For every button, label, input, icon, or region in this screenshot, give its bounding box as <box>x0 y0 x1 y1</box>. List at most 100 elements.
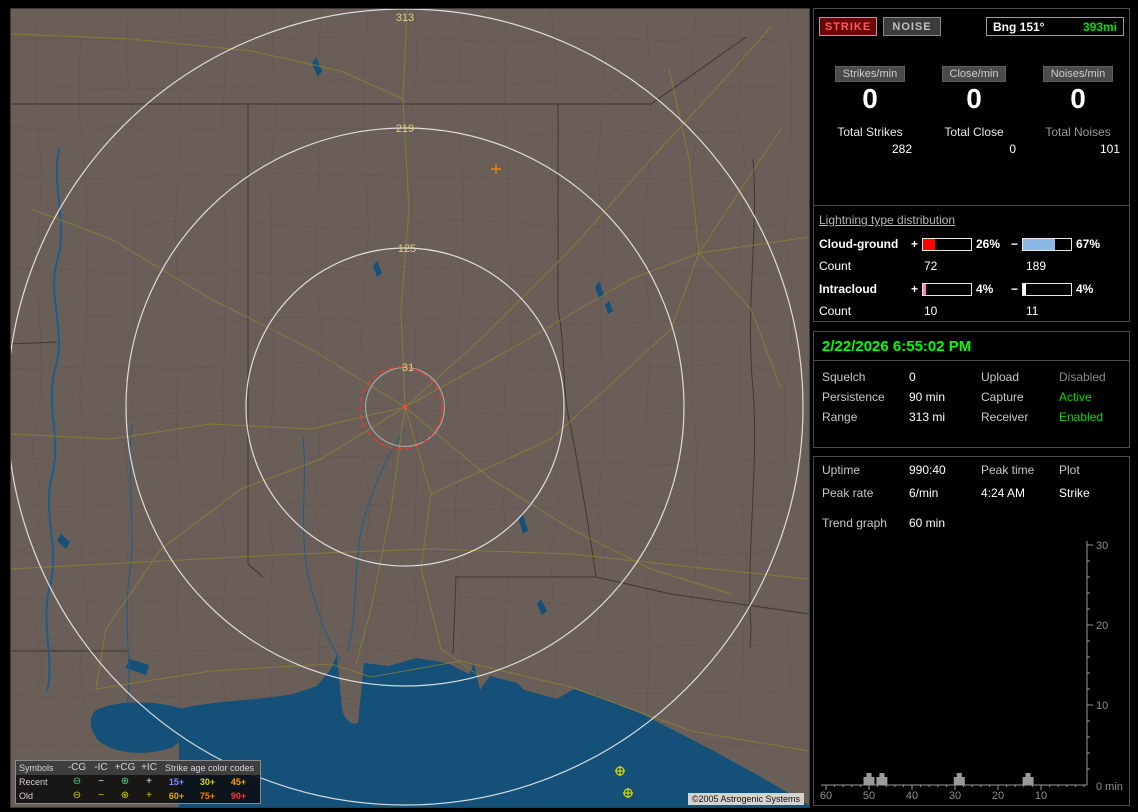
trend-origin-label: 0 min <box>1096 781 1123 793</box>
persistence-value: 90 min <box>909 390 946 404</box>
age-code: 45+ <box>230 777 247 787</box>
legend-col-neg-cg: -CG <box>67 762 87 773</box>
peak-rate-row: Peak rate 6/min 4:24 AM Strike <box>822 486 1125 509</box>
stats-panel: STRIKE NOISE Bng 151° 393mi Strikes/min … <box>813 8 1130 322</box>
neg-cg-symbol: ⊖ <box>72 776 82 787</box>
ring-label-125: 125 <box>398 243 416 255</box>
age-code: 15+ <box>168 777 185 787</box>
pos-cg-symbol: ⊕ <box>120 790 130 801</box>
legend-symbols-header: Symbols <box>19 763 54 773</box>
svg-text:20: 20 <box>992 790 1004 802</box>
lightning-map[interactable]: 313 219 125 31 <box>11 9 809 807</box>
map-area[interactable]: 313 219 125 31 Symbols -CG -IC +CG +IC S… <box>10 8 810 808</box>
ring-label-31: 31 <box>402 362 414 374</box>
svg-text:10: 10 <box>1035 790 1047 802</box>
settings-row-squelch: Squelch 0 Upload Disabled <box>822 370 1125 390</box>
minus-bar-fill <box>1023 284 1026 295</box>
plot-label: Plot <box>1059 463 1080 477</box>
age-code: 30+ <box>199 777 216 787</box>
bearing-display: Bng 151° 393mi <box>986 17 1124 36</box>
mode-button-row: STRIKE NOISE Bng 151° 393mi <box>819 17 1124 37</box>
plus-percent: 26% <box>976 237 1001 251</box>
distribution-row-cloud-ground: Cloud-ground + 26% − 67% <box>814 237 1129 253</box>
upload-label: Upload <box>981 370 1020 384</box>
trend-chart: 30 20 10 60 50 40 30 20 10 0 min <box>820 540 1123 802</box>
intracloud-counts: Count 10 11 <box>814 304 1129 318</box>
total-noises-value: 101 <box>1099 141 1120 156</box>
total-strikes-label: Total Strikes <box>837 124 903 139</box>
count-label: Count <box>819 304 852 318</box>
row-label: Cloud-ground <box>819 237 899 251</box>
ring-label-313: 313 <box>396 12 414 24</box>
minus-percent: 4% <box>1076 282 1094 296</box>
total-noises-label: Total Noises <box>1045 124 1111 139</box>
pos-ic-symbol: + <box>146 776 152 787</box>
settings-row-persistence: Persistence 90 min Capture Active <box>822 390 1125 410</box>
uptime-value: 990:40 <box>909 463 946 477</box>
plus-percent: 4% <box>976 282 994 296</box>
strikes-per-min-label: Strikes/min <box>834 66 906 82</box>
pos-cg-symbol: ⊕ <box>120 776 130 787</box>
capture-label: Capture <box>981 390 1024 404</box>
plus-count: 72 <box>924 259 938 273</box>
minus-sign: − <box>1011 282 1019 296</box>
plus-bar <box>922 238 972 251</box>
close-per-min-column: Close/min 0 Total Close 0 <box>922 64 1026 156</box>
trend-graph-window: 60 min <box>909 516 946 530</box>
close-per-min-label: Close/min <box>941 66 1007 82</box>
minus-count: 11 <box>1026 304 1039 318</box>
minus-sign: − <box>1011 237 1019 251</box>
range-value: 313 mi <box>909 410 946 424</box>
neg-ic-symbol: − <box>98 776 104 787</box>
minus-bar <box>1022 238 1072 251</box>
total-close-value: 0 <box>1009 141 1016 156</box>
plus-sign: + <box>911 237 919 251</box>
plus-bar <box>922 283 972 296</box>
minus-bar <box>1022 283 1072 296</box>
svg-text:30: 30 <box>1096 540 1108 552</box>
uptime-row: Uptime 990:40 Peak time Plot <box>822 463 1125 486</box>
cloud-ground-counts: Count 72 189 <box>814 259 1129 273</box>
trend-panel: Uptime 990:40 Peak time Plot Peak rate 6… <box>813 456 1130 806</box>
range-label: Range <box>822 410 858 424</box>
upload-status: Disabled <box>1059 370 1106 384</box>
status-grid: Uptime 990:40 Peak time Plot Peak rate 6… <box>822 463 1125 539</box>
receiver-status: Enabled <box>1059 410 1104 424</box>
bearing-distance: 393mi <box>1082 19 1117 34</box>
peak-rate-value: 6/min <box>909 486 939 500</box>
plot-value: Strike <box>1059 486 1090 500</box>
legend-row-old: Old ⊖ − ⊕ + 60+ 75+ 90+ <box>16 789 260 803</box>
row-label: Intracloud <box>819 282 878 296</box>
ring-label-219: 219 <box>396 123 414 135</box>
squelch-value: 0 <box>909 370 916 384</box>
receiver-marker <box>402 404 408 410</box>
distribution-row-intracloud: Intracloud + 4% − 4% <box>814 282 1129 298</box>
noises-per-min-column: Noises/min 0 Total Noises 101 <box>1026 64 1130 156</box>
distribution-title: Lightning type distribution <box>819 213 956 227</box>
close-per-min-value: 0 <box>966 83 982 114</box>
legend-row-label: Recent <box>19 777 48 787</box>
noise-button[interactable]: NOISE <box>883 17 941 36</box>
svg-text:20: 20 <box>1096 620 1108 632</box>
noises-per-min-value: 0 <box>1070 83 1086 114</box>
svg-text:10: 10 <box>1096 700 1108 712</box>
plus-sign: + <box>911 282 919 296</box>
total-close-label: Total Close <box>944 124 1004 139</box>
trend-axes <box>821 541 1093 790</box>
strike-button[interactable]: STRIKE <box>819 17 877 36</box>
age-code: 75+ <box>199 791 216 801</box>
receiver-label: Receiver <box>981 410 1029 424</box>
strike-legend: Symbols -CG -IC +CG +IC Strike age color… <box>15 760 261 804</box>
persistence-label: Persistence <box>822 390 885 404</box>
peak-time-value: 4:24 AM <box>981 486 1026 500</box>
svg-text:40: 40 <box>906 790 918 802</box>
datetime-display: 2/22/2026 6:55:02 PM <box>814 332 1129 361</box>
noises-per-min-label: Noises/min <box>1042 66 1114 82</box>
count-label: Count <box>819 259 852 273</box>
peak-rate-label: Peak rate <box>822 486 874 500</box>
plus-count: 10 <box>924 304 938 318</box>
peak-time-label: Peak time <box>981 463 1035 477</box>
strikes-per-min-value: 0 <box>862 83 878 114</box>
legend-col-pos-cg: +CG <box>114 762 136 773</box>
capture-status: Active <box>1059 390 1092 404</box>
